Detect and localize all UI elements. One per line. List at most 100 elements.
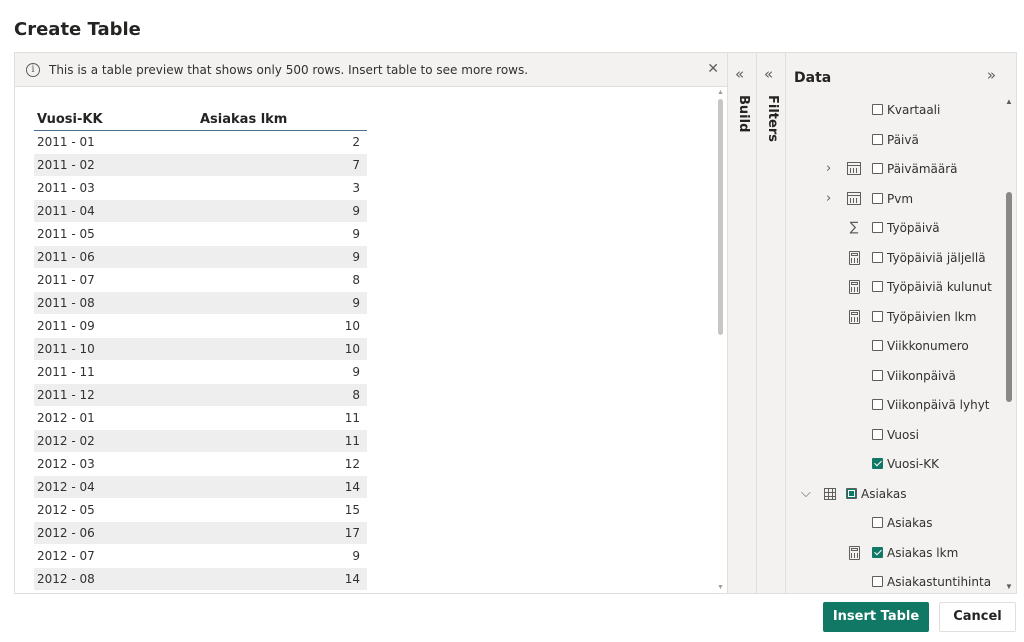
field-label[interactable]: Työpäiviä jäljellä [887,251,986,265]
insert-table-button[interactable]: Insert Table [823,602,929,632]
scrollbar-thumb[interactable] [1006,192,1012,402]
cell-vuosi-kk: 2011 - 02 [37,158,95,172]
table-row: 2012 - 05 15 [34,499,367,522]
collapse-filters-icon[interactable]: « [764,65,773,83]
field-label[interactable]: Asiakastuntihinta [887,575,991,589]
field-item[interactable]: Viikonpäivä lyhyt [786,394,1000,416]
table-icon [824,487,836,500]
table-row: 2011 - 04 9 [34,200,367,223]
field-item[interactable]: ∑ Työpäivä [786,217,1000,239]
field-label[interactable]: Päivä [887,133,919,147]
cell-vuosi-kk: 2011 - 01 [37,135,95,149]
checkbox[interactable] [872,163,883,174]
field-label[interactable]: Työpäiviä kulunut [887,280,992,294]
field-label[interactable]: Kvartaali [887,103,940,117]
table-row: 2011 - 12 8 [34,384,367,407]
build-tab[interactable]: « Build [728,53,757,593]
checkbox[interactable] [872,104,883,115]
cell-vuosi-kk: 2011 - 09 [37,319,95,333]
cell-vuosi-kk: 2011 - 04 [37,204,95,218]
cell-vuosi-kk: 2011 - 11 [37,365,95,379]
build-tab-label[interactable]: Build [736,95,751,132]
scroll-up-arrow-icon[interactable]: ▲ [1005,97,1013,106]
checkbox[interactable] [872,517,883,528]
column-header-vuosi-kk[interactable]: Vuosi-KK [34,108,200,130]
field-label[interactable]: Viikonpäivä [887,369,956,383]
checkbox[interactable] [872,428,883,440]
field-label[interactable]: Asiakas lkm [887,546,958,560]
field-label[interactable]: Vuosi-KK [887,457,939,471]
field-label[interactable]: Työpäivä [887,221,940,235]
checkbox[interactable] [872,310,883,322]
field-item[interactable]: Kvartaali [786,99,1000,121]
filters-tab-label[interactable]: Filters [765,95,780,142]
checkbox[interactable] [872,546,883,558]
field-item[interactable]: Asiakastuntihinta [786,571,1000,593]
cell-asiakas-lkm: 8 [352,273,360,287]
checkbox[interactable] [872,576,883,587]
checkbox[interactable] [872,369,883,381]
field-label[interactable]: Asiakas [887,516,933,530]
scrollbar-thumb[interactable] [718,99,723,335]
cell-asiakas-lkm: 10 [344,319,360,333]
chevron-down-icon[interactable]: ⌵ [801,486,811,501]
checkbox[interactable] [872,281,883,292]
field-item[interactable]: Asiakas [786,512,1000,534]
field-item[interactable]: › Pvm [786,188,1000,210]
field-item[interactable]: Työpäiviä jäljellä [786,247,1000,269]
table-row: 2011 - 07 8 [34,269,367,292]
field-item[interactable]: Vuosi-KK [786,453,1000,475]
field-item[interactable]: Viikonpäivä [786,365,1000,387]
field-item[interactable]: Vuosi [786,424,1000,446]
field-label[interactable]: Pvm [887,192,913,206]
table-preview-pane: i This is a table preview that shows onl… [15,53,728,593]
chevron-right-icon[interactable]: › [826,191,831,206]
checkbox[interactable] [872,340,883,351]
cell-asiakas-lkm: 9 [352,250,360,264]
field-label[interactable]: Viikkonumero [887,339,969,353]
checkbox[interactable] [872,458,883,469]
collapse-build-icon[interactable]: « [735,65,744,83]
checkbox[interactable] [872,251,883,263]
scroll-up-arrow-icon[interactable]: ▲ [717,89,724,96]
table-node-asiakas[interactable]: ⌵ Asiakas [786,483,1000,505]
cell-asiakas-lkm: 7 [352,158,360,172]
checkbox[interactable] [872,399,883,410]
cell-vuosi-kk: 2011 - 12 [37,388,95,402]
field-label[interactable]: Asiakas [861,487,907,501]
cell-vuosi-kk: 2011 - 08 [37,296,95,310]
chevron-right-icon[interactable]: › [826,161,831,176]
field-item[interactable]: Asiakas lkm [786,542,1000,564]
calculator-icon [849,250,860,265]
data-pane-scrollbar[interactable]: ▲ ▼ [1004,97,1014,591]
field-item[interactable]: Työpäivien lkm [786,306,1000,328]
checkbox[interactable] [872,133,883,145]
expand-pane-icon[interactable]: » [987,66,996,84]
field-label[interactable]: Vuosi [887,428,919,442]
filters-tab[interactable]: « Filters [757,53,786,593]
scroll-down-arrow-icon[interactable]: ▼ [717,584,724,591]
field-label[interactable]: Työpäivien lkm [887,310,976,324]
scroll-down-arrow-icon[interactable]: ▼ [1005,582,1013,591]
checkbox[interactable] [872,192,883,204]
field-item[interactable]: Viikkonumero [786,335,1000,357]
calendar-icon [847,191,861,205]
preview-scrollbar[interactable]: ▲ ▼ [716,89,725,591]
cell-asiakas-lkm: 9 [352,549,360,563]
field-item[interactable]: Päivä [786,129,1000,151]
checkbox[interactable] [846,487,857,499]
checkbox[interactable] [872,222,883,233]
table-row: 2012 - 01 11 [34,407,367,430]
cancel-button[interactable]: Cancel [939,602,1016,632]
calculator-icon [849,280,860,294]
table-row: 2011 - 09 10 [34,315,367,338]
field-label[interactable]: Päivämäärä [887,162,958,176]
field-item[interactable]: Työpäiviä kulunut [786,276,1000,298]
cell-asiakas-lkm: 8 [352,388,360,402]
cell-asiakas-lkm: 12 [344,457,360,471]
field-item[interactable]: › Päivämäärä [786,158,1000,180]
column-header-asiakas-lkm[interactable]: Asiakas lkm [200,108,367,130]
close-icon[interactable]: ✕ [707,61,719,77]
field-label[interactable]: Viikonpäivä lyhyt [887,398,990,412]
data-pane-title: Data [794,70,832,86]
